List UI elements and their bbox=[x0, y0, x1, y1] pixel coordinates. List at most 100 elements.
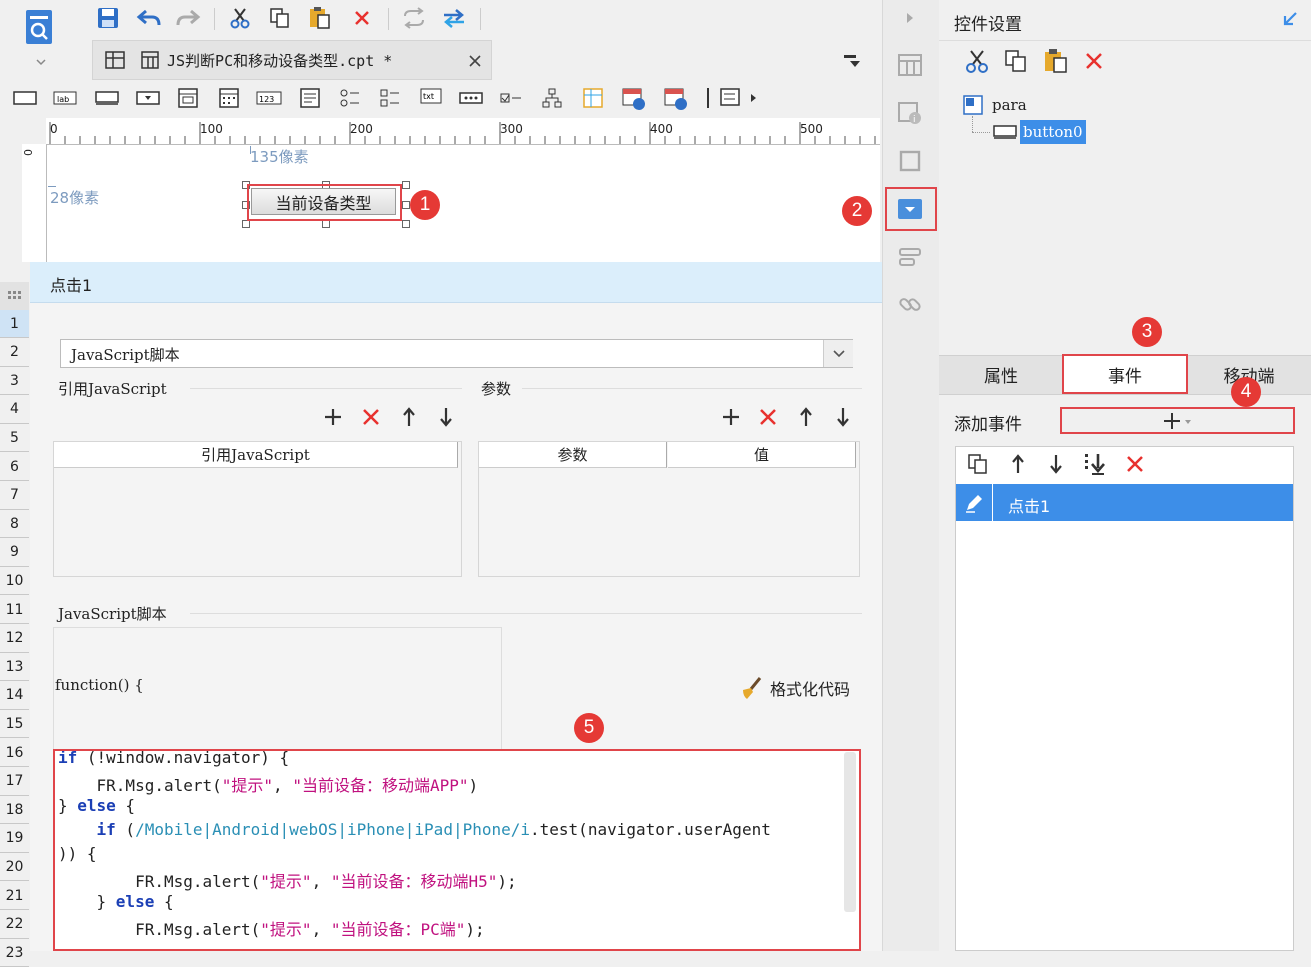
more-widgets-icon[interactable] bbox=[718, 85, 760, 111]
value-column-label: 值 bbox=[753, 446, 769, 464]
delete-icon[interactable] bbox=[757, 406, 779, 428]
layout-icon[interactable] bbox=[895, 50, 925, 80]
delete-icon[interactable] bbox=[1082, 49, 1106, 73]
row-header[interactable]: 4 bbox=[0, 395, 29, 424]
undo-icon[interactable] bbox=[136, 6, 162, 30]
password-widget-icon[interactable] bbox=[458, 87, 484, 109]
daterange-widget-icon[interactable] bbox=[662, 84, 690, 112]
resize-handle[interactable] bbox=[242, 220, 250, 228]
grid-icon[interactable] bbox=[103, 49, 127, 71]
collapse-panel-icon[interactable] bbox=[1279, 8, 1301, 30]
resize-handle[interactable] bbox=[322, 220, 330, 228]
switch-icon[interactable] bbox=[440, 6, 468, 30]
tab-properties[interactable]: 属性 bbox=[939, 356, 1063, 392]
frame-icon[interactable] bbox=[895, 146, 925, 176]
resize-handle[interactable] bbox=[402, 220, 410, 228]
add-icon[interactable] bbox=[322, 406, 344, 428]
row-header[interactable]: 10 bbox=[0, 567, 29, 596]
event-list-item[interactable]: 点击1 bbox=[956, 484, 1293, 521]
row-header[interactable]: 6 bbox=[0, 453, 29, 481]
close-tab-icon[interactable] bbox=[465, 51, 485, 71]
resize-handle[interactable] bbox=[402, 181, 410, 189]
move-bottom-icon[interactable] bbox=[1082, 452, 1108, 476]
resize-handle[interactable] bbox=[402, 201, 410, 209]
add-icon[interactable] bbox=[720, 406, 742, 428]
tree-item-button0[interactable]: button0 bbox=[1020, 120, 1086, 144]
row-header[interactable]: 9 bbox=[0, 538, 29, 567]
paste-icon[interactable] bbox=[307, 6, 333, 30]
date-widget-icon[interactable] bbox=[175, 85, 201, 111]
label-widget-icon[interactable]: lab bbox=[52, 87, 78, 109]
delete-icon[interactable] bbox=[1123, 452, 1147, 476]
checkbox-widget-icon[interactable] bbox=[498, 87, 524, 109]
row-header[interactable]: 14 bbox=[0, 681, 29, 710]
highlight-box-1 bbox=[247, 184, 402, 221]
row-header[interactable]: 21 bbox=[0, 882, 29, 910]
row-header[interactable]: 11 bbox=[0, 596, 29, 624]
combobox-widget-icon[interactable] bbox=[135, 87, 161, 109]
row-header[interactable]: 1 bbox=[0, 310, 29, 338]
move-down-icon[interactable] bbox=[832, 406, 854, 428]
redo-icon[interactable] bbox=[175, 6, 201, 30]
edit-pencil-icon[interactable] bbox=[956, 484, 993, 521]
number-widget-icon[interactable]: 123 bbox=[256, 87, 282, 109]
row-header[interactable]: 18 bbox=[0, 796, 29, 825]
move-up-icon[interactable] bbox=[1006, 452, 1030, 476]
row-header[interactable]: 20 bbox=[0, 853, 29, 882]
format-code-button[interactable]: 格式化代码 bbox=[740, 675, 850, 701]
move-up-icon[interactable] bbox=[398, 406, 420, 428]
hyperlink-icon[interactable] bbox=[895, 290, 925, 320]
copy-icon[interactable] bbox=[1003, 48, 1029, 74]
condition-attr-icon[interactable] bbox=[895, 243, 925, 273]
row-header[interactable]: 13 bbox=[0, 653, 29, 682]
highlight-box-2 bbox=[885, 187, 937, 231]
row-header[interactable]: 2 bbox=[0, 338, 29, 367]
tab-title: JS判断PC和移动设备类型.cpt * bbox=[167, 52, 393, 70]
paste-icon[interactable] bbox=[1042, 47, 1070, 75]
copy-icon[interactable] bbox=[966, 452, 990, 476]
tree-widget-icon[interactable] bbox=[539, 85, 565, 111]
design-canvas[interactable] bbox=[47, 145, 880, 262]
row-header[interactable]: 7 bbox=[0, 481, 29, 510]
cut-icon[interactable] bbox=[964, 48, 990, 74]
cut-icon[interactable] bbox=[228, 6, 252, 30]
row-header[interactable]: 17 bbox=[0, 767, 29, 796]
params-section-title: 参数 bbox=[481, 380, 512, 398]
move-down-icon[interactable] bbox=[1044, 452, 1068, 476]
move-up-icon[interactable] bbox=[795, 406, 817, 428]
save-icon[interactable] bbox=[96, 6, 120, 30]
row-header[interactable]: 5 bbox=[0, 424, 29, 453]
copy-icon[interactable] bbox=[268, 6, 292, 30]
move-down-icon[interactable] bbox=[435, 406, 457, 428]
delete-icon[interactable] bbox=[350, 6, 374, 30]
row-header[interactable]: 16 bbox=[0, 739, 29, 767]
row-header[interactable]: 22 bbox=[0, 910, 29, 939]
row-header[interactable]: 23 bbox=[0, 939, 29, 967]
frame-widget-icon[interactable] bbox=[12, 87, 38, 109]
row-header[interactable]: 8 bbox=[0, 510, 29, 539]
textarea-widget-icon[interactable] bbox=[297, 85, 323, 111]
report-block-icon[interactable] bbox=[580, 85, 606, 111]
cell-attribute-icon[interactable]: i bbox=[895, 98, 925, 128]
radio-widget-icon[interactable] bbox=[337, 85, 363, 111]
button-widget-icon[interactable] bbox=[94, 87, 120, 109]
collapse-arrow-icon[interactable] bbox=[898, 8, 922, 28]
refresh-icon[interactable] bbox=[400, 6, 428, 30]
row-header[interactable]: 3 bbox=[0, 367, 29, 396]
calendar-widget-icon[interactable] bbox=[216, 85, 242, 111]
chevron-down-icon[interactable] bbox=[823, 340, 853, 367]
add-event-label: 添加事件 bbox=[954, 415, 1022, 435]
row-header[interactable]: 19 bbox=[0, 824, 29, 853]
event-list[interactable] bbox=[955, 446, 1294, 951]
delete-icon[interactable] bbox=[360, 406, 382, 428]
app-logo-icon[interactable] bbox=[20, 6, 60, 68]
checkbox-group-widget-icon[interactable] bbox=[377, 85, 403, 111]
tab-menu-icon[interactable] bbox=[842, 50, 864, 72]
script-type-select[interactable]: JavaScript脚本 bbox=[60, 339, 853, 368]
text-widget-icon[interactable]: txt bbox=[418, 84, 444, 110]
row-header[interactable]: 15 bbox=[0, 710, 29, 739]
datetime-widget-icon[interactable] bbox=[620, 84, 648, 112]
document-tab[interactable]: JS判断PC和移动设备类型.cpt * bbox=[92, 40, 492, 80]
tree-item-para[interactable]: para bbox=[992, 96, 1027, 114]
row-header[interactable]: 12 bbox=[0, 624, 29, 653]
